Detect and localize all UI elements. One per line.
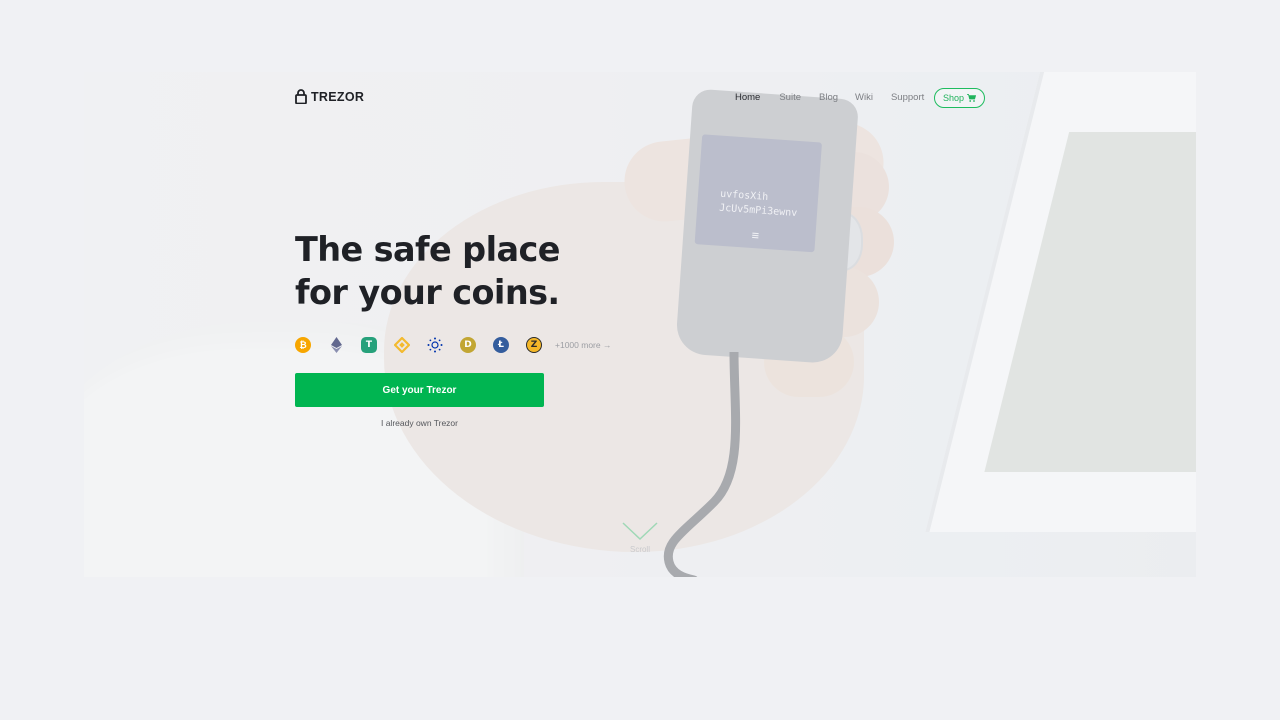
photo-overlay: [84, 72, 1196, 577]
bitcoin-icon: ₿: [295, 337, 311, 353]
dogecoin-icon: D: [460, 337, 476, 353]
brand-name: TREZOR: [311, 89, 365, 104]
nav-home[interactable]: Home: [735, 92, 760, 103]
hero-headline: The safe place for your coins.: [295, 228, 595, 314]
zcash-icon: Z: [526, 337, 542, 353]
shop-label: Shop: [942, 93, 965, 103]
main-nav: Home Suite Blog Wiki Support: [735, 92, 924, 103]
shop-button[interactable]: Shop: [934, 88, 985, 108]
headline-line-2: for your coins.: [295, 273, 560, 312]
trezor-logo[interactable]: TREZOR: [295, 89, 364, 104]
litecoin-icon: Ł: [493, 337, 509, 353]
supported-coins: ₿ T D Ł Z +1000 more →: [295, 337, 611, 353]
more-coins-link[interactable]: +1000 more →: [555, 340, 611, 350]
nav-blog[interactable]: Blog: [819, 92, 838, 103]
scroll-label: Scroll: [629, 545, 650, 554]
tether-icon: T: [361, 337, 377, 353]
lock-icon: [295, 89, 307, 104]
chevron-down-icon: [622, 522, 658, 541]
nav-wiki[interactable]: Wiki: [855, 92, 873, 103]
hero-section: uvfosXih JcUv5mPi3ewnv ≡ TREZOR Home Suit…: [84, 72, 1196, 577]
already-own-trezor-link[interactable]: I already own Trezor: [295, 418, 544, 428]
scroll-indicator[interactable]: Scroll: [620, 520, 660, 554]
get-your-trezor-button[interactable]: Get your Trezor: [295, 373, 544, 407]
nav-support[interactable]: Support: [891, 92, 924, 103]
headline-line-1: The safe place: [295, 230, 560, 269]
ethereum-icon: [328, 337, 344, 353]
cardano-icon: [427, 337, 443, 353]
nav-suite[interactable]: Suite: [779, 92, 801, 103]
binance-coin-icon: [394, 337, 410, 353]
cart-icon: [967, 94, 977, 102]
